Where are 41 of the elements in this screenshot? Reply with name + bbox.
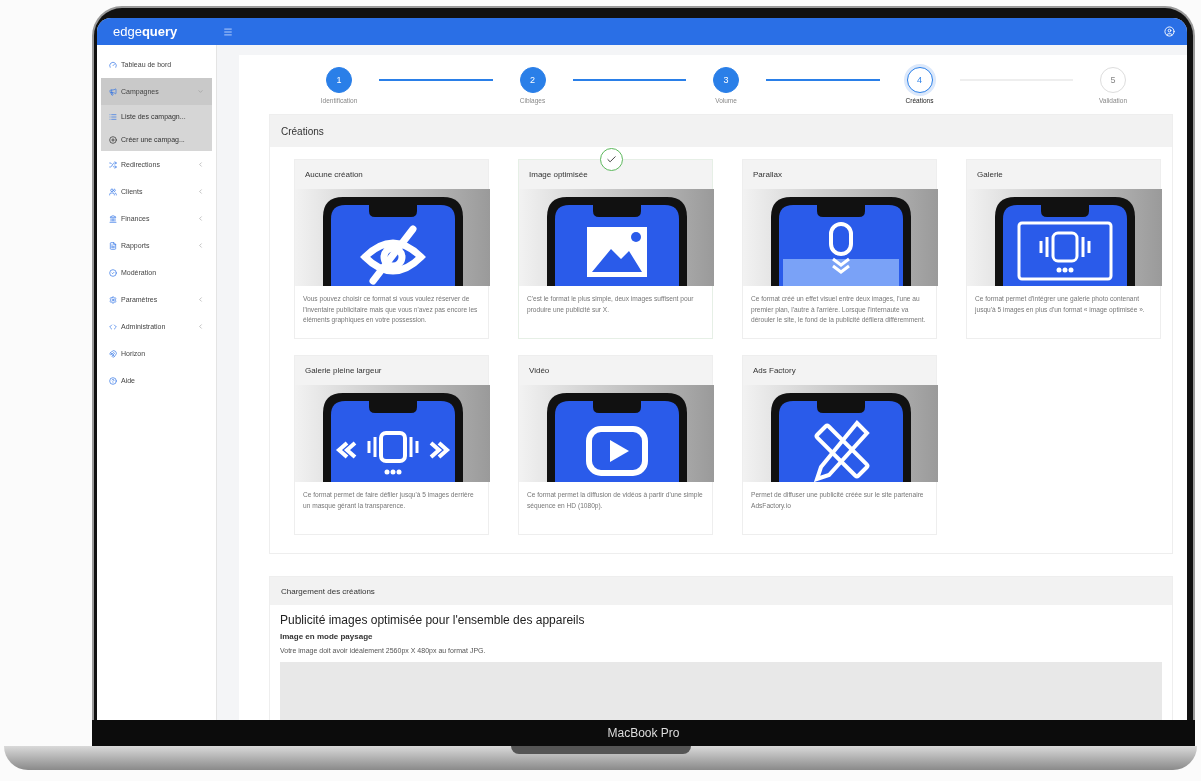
device-label: MacBook Pro [607, 726, 680, 740]
menu-item-icon [109, 60, 117, 69]
chevron-left-icon [197, 296, 204, 303]
upload-heading: Publicité images optimisée pour l'ensemble des appareils [280, 613, 586, 627]
menu-item-icon [109, 187, 117, 196]
menu-item-icon [109, 376, 117, 385]
menu-item-icon [109, 87, 117, 96]
chevron-down-icon [197, 88, 204, 95]
menu-item-icon [109, 160, 117, 169]
chevron-left-icon [197, 215, 204, 222]
dropzone[interactable] [280, 662, 1162, 720]
chevron-left-icon [197, 161, 204, 168]
card-title: Parallax [743, 160, 936, 189]
card-title: Galerie pleine largeur [295, 356, 488, 385]
menu-item-icon [109, 322, 117, 331]
section-title: Chargement des créations [270, 577, 1172, 605]
submenu-item-icon [109, 112, 117, 121]
card-title: Image optimisée [519, 160, 712, 189]
menu-icon[interactable] [223, 26, 233, 37]
upload-subheading: Image en mode paysage [280, 632, 374, 641]
submenu-item-icon [109, 135, 117, 144]
step-circle[interactable]: 2 [519, 67, 546, 93]
menu-item-icon [109, 295, 117, 304]
step-circle[interactable]: 4 [906, 67, 933, 93]
step-circle[interactable]: 5 [1100, 67, 1126, 93]
card-title: Aucune création [295, 160, 488, 189]
chevron-left-icon [197, 323, 204, 330]
step-circle[interactable]: 3 [713, 67, 739, 93]
menu-item-icon [109, 349, 117, 358]
menu-item-icon [109, 214, 117, 223]
card-title: Galerie [967, 160, 1160, 189]
chevron-left-icon [197, 188, 204, 195]
step-circle[interactable]: 1 [326, 67, 352, 93]
card-title: Vidéo [519, 356, 712, 385]
card-title: Ads Factory [743, 356, 936, 385]
chevron-left-icon [197, 242, 204, 249]
menu-item-icon [109, 241, 117, 250]
section-title: Créations [270, 115, 1172, 147]
user-icon[interactable] [1164, 26, 1175, 37]
logo[interactable]: edgequery [113, 24, 223, 39]
menu-item-icon [109, 268, 117, 277]
